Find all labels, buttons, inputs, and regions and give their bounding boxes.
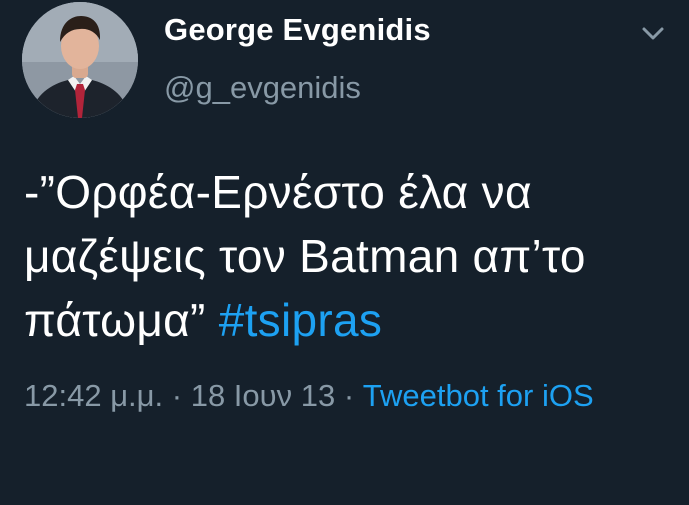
tweet-text: -”Ορφέα-Ερνέστο έλα να μαζέψεις τον Batm… [24, 160, 674, 352]
meta-separator: · [335, 378, 363, 413]
hashtag-link[interactable]: #tsipras [219, 294, 382, 346]
tweet-date[interactable]: 18 Ιουν 13 [191, 378, 336, 413]
tweet-meta: 12:42 μ.μ. · 18 Ιουν 13 · Tweetbot for i… [24, 372, 674, 420]
tweet-card: George Evgenidis @g_evgenidis -”Ορφέα-Ερ… [0, 0, 689, 505]
profile-photo-icon [22, 2, 138, 118]
chevron-down-icon[interactable] [636, 20, 670, 46]
author-handle[interactable]: @g_evgenidis [164, 70, 361, 106]
tweet-source-link[interactable]: Tweetbot for iOS [363, 378, 594, 413]
avatar[interactable] [22, 2, 138, 118]
tweet-time[interactable]: 12:42 μ.μ. [24, 378, 163, 413]
meta-separator: · [163, 378, 191, 413]
author-display-name[interactable]: George Evgenidis [164, 12, 431, 48]
